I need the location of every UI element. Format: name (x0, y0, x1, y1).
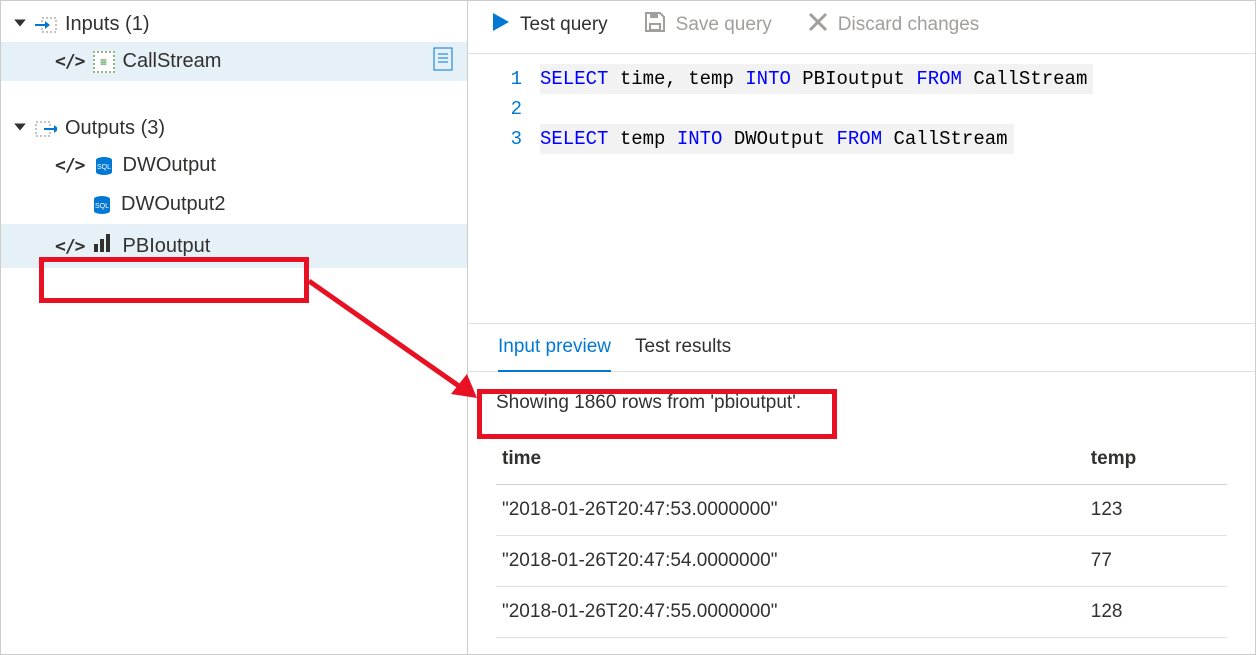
code-editor[interactable]: 1 2 3 SELECT time, temp INTO PBIoutput F… (468, 53, 1255, 323)
tab-test-results[interactable]: Test results (635, 336, 731, 371)
output-icon (35, 120, 57, 138)
toolbar-button-label: Save query (676, 14, 772, 36)
code-icon: </> (55, 51, 85, 72)
app-window: Inputs (1) </> ≡ CallStream Outputs (3) … (0, 0, 1256, 655)
line-number: 1 (468, 64, 522, 94)
results-table: time temp "2018-01-26T20:47:53.0000000" … (496, 434, 1227, 638)
svg-text:SQL: SQL (95, 203, 109, 210)
tree-header-inputs[interactable]: Inputs (1) (1, 7, 467, 42)
editor-gutter: 1 2 3 (468, 54, 540, 323)
tab-input-preview[interactable]: Input preview (498, 336, 611, 372)
discard-changes-button[interactable]: Discard changes (808, 12, 980, 38)
stream-icon: ≡ (93, 51, 115, 73)
powerbi-icon (93, 232, 115, 260)
toolbar: Test query Save query Discard changes (468, 1, 1255, 53)
document-icon (433, 47, 453, 77)
test-query-button[interactable]: Test query (492, 12, 608, 38)
cell-time: "2018-01-26T20:47:53.0000000" (496, 485, 1081, 536)
input-icon (35, 16, 57, 34)
column-header-temp[interactable]: temp (1081, 434, 1227, 485)
chevron-down-icon (13, 117, 27, 140)
sidebar: Inputs (1) </> ≡ CallStream Outputs (3) … (1, 1, 468, 654)
table-row[interactable]: "2018-01-26T20:47:55.0000000" 128 (496, 587, 1227, 638)
sidebar-item-label: CallStream (123, 50, 222, 73)
results-table-wrap: time temp "2018-01-26T20:47:53.0000000" … (468, 434, 1255, 638)
code-icon: </> (55, 236, 85, 257)
outputs-label: Outputs (3) (65, 117, 165, 140)
cell-temp: 128 (1081, 587, 1227, 638)
sql-icon: SQL (93, 155, 115, 177)
toolbar-button-label: Test query (520, 14, 608, 36)
sidebar-item-callstream[interactable]: </> ≡ CallStream (1, 42, 467, 81)
sidebar-item-label: DWOutput (123, 154, 216, 177)
tabs: Input preview Test results (468, 323, 1255, 372)
play-icon (492, 12, 510, 38)
cell-temp: 123 (1081, 485, 1227, 536)
inputs-label: Inputs (1) (65, 13, 149, 36)
svg-text:SQL: SQL (97, 164, 111, 171)
editor-content[interactable]: SELECT time, temp INTO PBIoutput FROM Ca… (540, 54, 1255, 323)
line-number: 2 (468, 94, 522, 124)
cell-time: "2018-01-26T20:47:55.0000000" (496, 587, 1081, 638)
status-text: Showing 1860 rows from 'pbioutput'. (496, 392, 801, 413)
save-icon (644, 11, 666, 39)
sidebar-item-dwoutput[interactable]: </> SQL DWOutput (1, 146, 467, 185)
save-query-button[interactable]: Save query (644, 11, 772, 39)
cell-temp: 77 (1081, 536, 1227, 587)
toolbar-button-label: Discard changes (838, 14, 980, 36)
column-header-time[interactable]: time (496, 434, 1081, 485)
tree-header-outputs[interactable]: Outputs (3) (1, 111, 467, 146)
status-line: Showing 1860 rows from 'pbioutput'. (468, 372, 1255, 434)
line-number: 3 (468, 124, 522, 154)
code-icon: </> (55, 155, 85, 176)
table-row[interactable]: "2018-01-26T20:47:53.0000000" 123 (496, 485, 1227, 536)
sidebar-item-pbioutput[interactable]: </> PBIoutput (1, 224, 467, 268)
sidebar-item-dwoutput2[interactable]: SQL DWOutput2 (1, 185, 467, 224)
cell-time: "2018-01-26T20:47:54.0000000" (496, 536, 1081, 587)
close-icon (808, 12, 828, 38)
sidebar-item-label: PBIoutput (123, 235, 211, 258)
main-pane: Test query Save query Discard changes 1 … (468, 1, 1255, 654)
sql-icon: SQL (91, 194, 113, 216)
sidebar-item-label: DWOutput2 (121, 193, 225, 216)
chevron-down-icon (13, 13, 27, 36)
table-row[interactable]: "2018-01-26T20:47:54.0000000" 77 (496, 536, 1227, 587)
